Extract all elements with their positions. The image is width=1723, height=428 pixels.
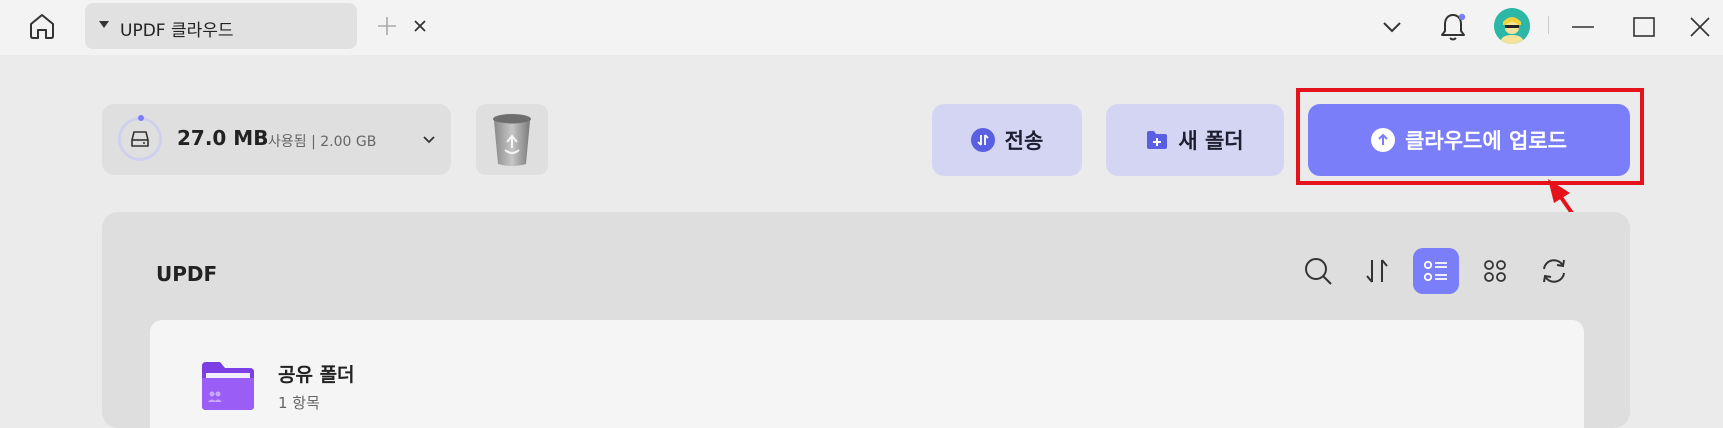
list-view-icon <box>1423 260 1447 282</box>
chevron-down-icon <box>423 136 435 144</box>
transfer-icon <box>970 128 995 152</box>
new-folder-label: 새 폴더 <box>1178 129 1244 153</box>
bell-icon <box>1441 13 1466 41</box>
close-icon <box>414 20 426 32</box>
trash-button[interactable] <box>476 104 548 175</box>
sort-button[interactable] <box>1354 248 1400 294</box>
chevron-down-icon <box>1383 22 1401 33</box>
close-icon <box>1690 17 1710 37</box>
hard-drive-icon <box>131 131 149 147</box>
transfer-label: 전송 <box>1004 129 1044 153</box>
folder-item-count: 1 항목 <box>278 394 320 412</box>
refresh-button[interactable] <box>1531 248 1577 294</box>
title-bar: UPDF 클라우드 <box>0 0 1723 55</box>
file-list: 공유 폴더 1 항목 <box>150 320 1584 428</box>
file-panel: UPDF 공유 폴더 1 항목 <box>102 212 1630 428</box>
storage-total-text: 사용됨 | 2.00 GB <box>268 134 377 150</box>
home-button[interactable] <box>22 9 62 43</box>
new-tab-button[interactable] <box>375 14 399 38</box>
home-icon <box>30 14 54 39</box>
tab-close-button[interactable] <box>410 16 430 36</box>
storage-ring-progress-dot <box>138 115 144 121</box>
add-folder-icon <box>1147 131 1168 149</box>
plus-icon <box>378 17 396 35</box>
storage-used-value: 27.0 MB <box>177 126 269 150</box>
shared-folder-icon <box>202 362 254 410</box>
search-icon <box>1305 258 1332 285</box>
maximize-icon <box>1633 17 1655 37</box>
panel-title: UPDF <box>156 262 218 286</box>
avatar-image-icon <box>1494 8 1530 44</box>
search-button[interactable] <box>1295 248 1341 294</box>
recycle-bin-icon <box>493 113 531 166</box>
user-avatar[interactable] <box>1494 8 1530 44</box>
refresh-icon <box>1543 259 1565 283</box>
maximize-button[interactable] <box>1627 10 1661 44</box>
tabs-dropdown-button[interactable] <box>1375 10 1409 44</box>
grid-view-button[interactable] <box>1472 248 1518 294</box>
tab-label: UPDF 클라우드 <box>120 21 234 41</box>
minimize-button[interactable] <box>1566 10 1600 44</box>
folder-name: 공유 폴더 <box>278 364 355 386</box>
grid-view-icon <box>1484 260 1506 282</box>
sort-icon <box>1366 259 1388 283</box>
tab-updf-cloud[interactable]: UPDF 클라우드 <box>85 3 426 49</box>
list-view-button[interactable] <box>1413 248 1459 294</box>
storage-usage-dropdown[interactable]: 27.0 MB 사용됨 | 2.00 GB <box>102 104 451 175</box>
transfer-button[interactable]: 전송 <box>932 104 1082 176</box>
minimize-icon <box>1572 26 1594 28</box>
new-folder-button[interactable]: 새 폴더 <box>1106 104 1284 176</box>
list-item[interactable]: 공유 폴더 1 항목 <box>150 320 1584 428</box>
tab-menu-caret-icon[interactable] <box>99 21 109 28</box>
storage-ring <box>118 115 162 161</box>
highlight-box <box>1296 88 1644 185</box>
titlebar-divider <box>1548 16 1549 34</box>
notifications-button[interactable] <box>1436 10 1470 44</box>
window-close-button[interactable] <box>1683 10 1717 44</box>
